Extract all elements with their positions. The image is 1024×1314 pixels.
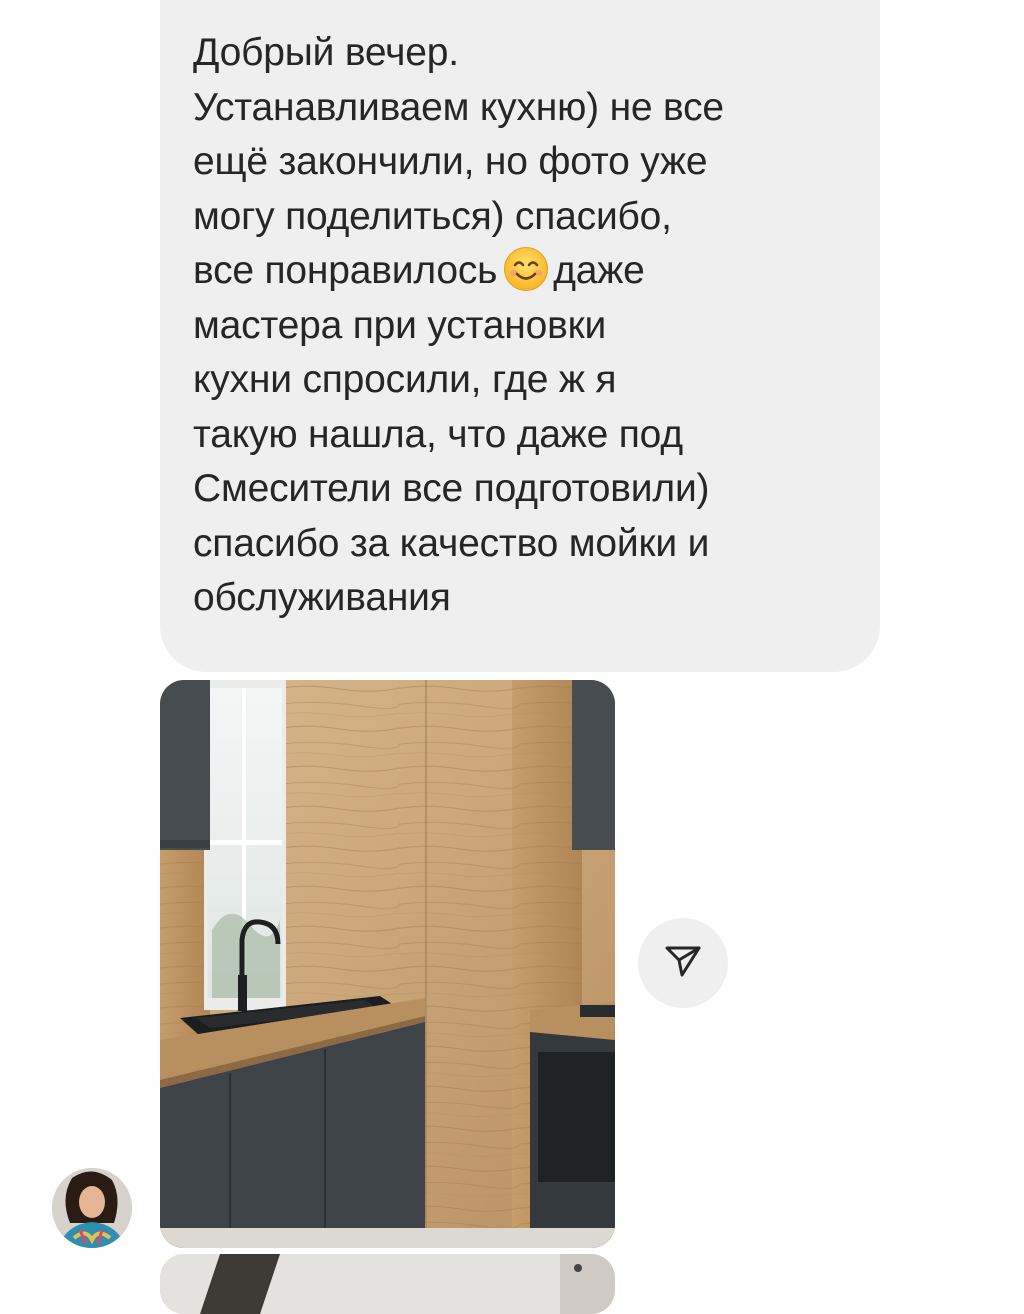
avatar[interactable] bbox=[52, 1168, 132, 1248]
kitchen-photo-message[interactable] bbox=[160, 1254, 615, 1314]
message-text: все понравилось bbox=[193, 249, 498, 292]
chat-thread: Добрый вечер. Устанавливаем кухню) не вс… bbox=[0, 0, 1024, 1314]
message-line: такую нашла, что даже под bbox=[193, 412, 683, 456]
message-text: даже bbox=[553, 249, 645, 292]
incoming-message-bubble[interactable]: Добрый вечер. Устанавливаем кухню) не вс… bbox=[160, 0, 880, 672]
message-line: обслуживания bbox=[193, 576, 451, 619]
share-button[interactable] bbox=[638, 918, 728, 1008]
kitchen-photo-message[interactable] bbox=[160, 680, 615, 1248]
message-line: могу поделиться) спасибо, bbox=[193, 194, 672, 238]
message-line: Устанавливаем кухню) не все bbox=[193, 85, 724, 129]
message-line: спасибо за качество мойки и bbox=[193, 521, 710, 565]
message-line: кухни спросили, где ж я bbox=[193, 358, 617, 401]
message-line: Добрый вечер. bbox=[193, 31, 459, 74]
smiling-face-icon bbox=[503, 246, 549, 292]
paper-plane-icon bbox=[663, 941, 703, 986]
message-line: мастера при установки bbox=[193, 303, 607, 347]
message-line: ещё закончили, но фото уже bbox=[193, 140, 708, 183]
message-line-with-emoji: все понравилось даже bbox=[193, 244, 840, 299]
message-line: Смесители все подготовили) bbox=[193, 467, 710, 510]
